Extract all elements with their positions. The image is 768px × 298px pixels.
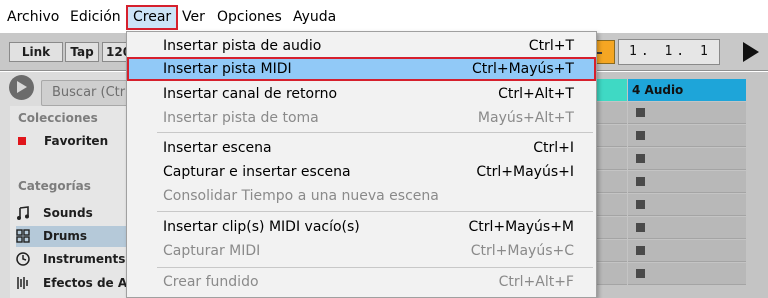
menu-item-capture-insert-scene[interactable]: Capturar e insertar escena Ctrl+Mayús+I: [127, 160, 596, 184]
music-note-icon: [17, 206, 29, 220]
browser-sidebar: Buscar (Ctrl Colecciones Favoriten Categ…: [0, 72, 141, 298]
clip-slot[interactable]: [628, 240, 746, 262]
clip-slot[interactable]: [595, 240, 627, 262]
menu-ayuda[interactable]: Ayuda: [293, 5, 336, 30]
song-position-field[interactable]: 1. 1. 1: [618, 39, 720, 65]
clip-slot[interactable]: [628, 194, 746, 216]
category-audio-effects[interactable]: Efectos de Au: [16, 273, 130, 294]
menu-item-insert-midi-track[interactable]: Insertar pista MIDI Ctrl+Mayús+T: [127, 57, 596, 81]
clip-slot[interactable]: [595, 171, 627, 193]
menu-item-insert-return-track[interactable]: Insertar canal de retorno Ctrl+Alt+T: [127, 82, 596, 106]
menu-edicion[interactable]: Edición: [70, 5, 121, 30]
menu-item-insert-take-lane[interactable]: Insertar pista de toma Mayús+Alt+T: [127, 106, 596, 130]
clip-slot[interactable]: [628, 148, 746, 170]
menu-item-insert-audio-track[interactable]: Insertar pista de audio Ctrl+T: [127, 34, 596, 58]
clip-slot[interactable]: [595, 263, 627, 285]
session-tracks: 4 Audio: [595, 72, 768, 298]
menu-ver[interactable]: Ver: [182, 5, 205, 30]
menu-separator: [157, 267, 593, 268]
stop-clip-icon[interactable]: [636, 154, 645, 163]
stop-clip-icon[interactable]: [636, 246, 645, 255]
menu-archivo[interactable]: Archivo: [7, 5, 59, 30]
clip-slot[interactable]: [595, 148, 627, 170]
stop-clip-icon[interactable]: [636, 108, 645, 117]
stop-clip-icon[interactable]: [636, 269, 645, 278]
menu-separator: [157, 132, 593, 133]
browser-back-icon[interactable]: [9, 75, 34, 100]
menu-opciones[interactable]: Opciones: [217, 5, 282, 30]
menu-item-capture-midi[interactable]: Capturar MIDI Ctrl+Mayús+C: [127, 239, 596, 263]
category-sounds[interactable]: Sounds: [16, 203, 130, 224]
clip-slot[interactable]: [628, 171, 746, 193]
clip-slot[interactable]: [595, 194, 627, 216]
drum-grid-icon: [16, 229, 30, 243]
stop-clip-icon[interactable]: [636, 177, 645, 186]
collection-favorites[interactable]: Favoriten: [10, 131, 124, 152]
create-menu-dropdown: Insertar pista de audio Ctrl+T Insertar …: [126, 31, 597, 298]
clip-slot[interactable]: [595, 125, 627, 147]
track-header-prev[interactable]: [595, 79, 627, 101]
audio-effect-icon: [17, 277, 28, 289]
menubar: Archivo Edición Crear Ver Opciones Ayuda: [0, 0, 768, 33]
clip-slot[interactable]: [595, 217, 627, 239]
clip-slot[interactable]: [628, 102, 746, 124]
clock-icon: [16, 252, 30, 266]
collections-heading: Colecciones: [18, 111, 98, 125]
play-icon[interactable]: [743, 42, 759, 62]
categories-heading: Categorías: [18, 179, 91, 193]
stop-clip-icon[interactable]: [636, 200, 645, 209]
menu-item-consolidate-time[interactable]: Consolidar Tiempo a una nueva escena: [127, 184, 596, 208]
tap-button[interactable]: Tap: [65, 42, 99, 62]
category-drums[interactable]: Drums: [16, 226, 130, 247]
link-button[interactable]: Link: [9, 42, 63, 62]
clip-slot[interactable]: [628, 125, 746, 147]
browser-panel: Colecciones Favoriten Categorías Sounds …: [10, 106, 135, 298]
menu-crear[interactable]: Crear: [126, 5, 179, 30]
favorite-color-tag: [18, 137, 26, 145]
menu-item-insert-empty-midi-clip[interactable]: Insertar clip(s) MIDI vacío(s) Ctrl+Mayú…: [127, 215, 596, 239]
track-header-audio-4[interactable]: 4 Audio: [628, 79, 746, 101]
stop-clip-icon[interactable]: [636, 131, 645, 140]
menu-item-create-fade[interactable]: Crear fundido Ctrl+Alt+F: [127, 270, 596, 294]
clip-slot[interactable]: [628, 263, 746, 285]
menu-separator: [157, 211, 593, 212]
menu-item-insert-scene[interactable]: Insertar escena Ctrl+I: [127, 136, 596, 160]
clip-slot[interactable]: [595, 102, 627, 124]
stop-clip-icon[interactable]: [636, 223, 645, 232]
category-instruments[interactable]: Instruments: [16, 249, 130, 270]
clip-slot[interactable]: [628, 217, 746, 239]
